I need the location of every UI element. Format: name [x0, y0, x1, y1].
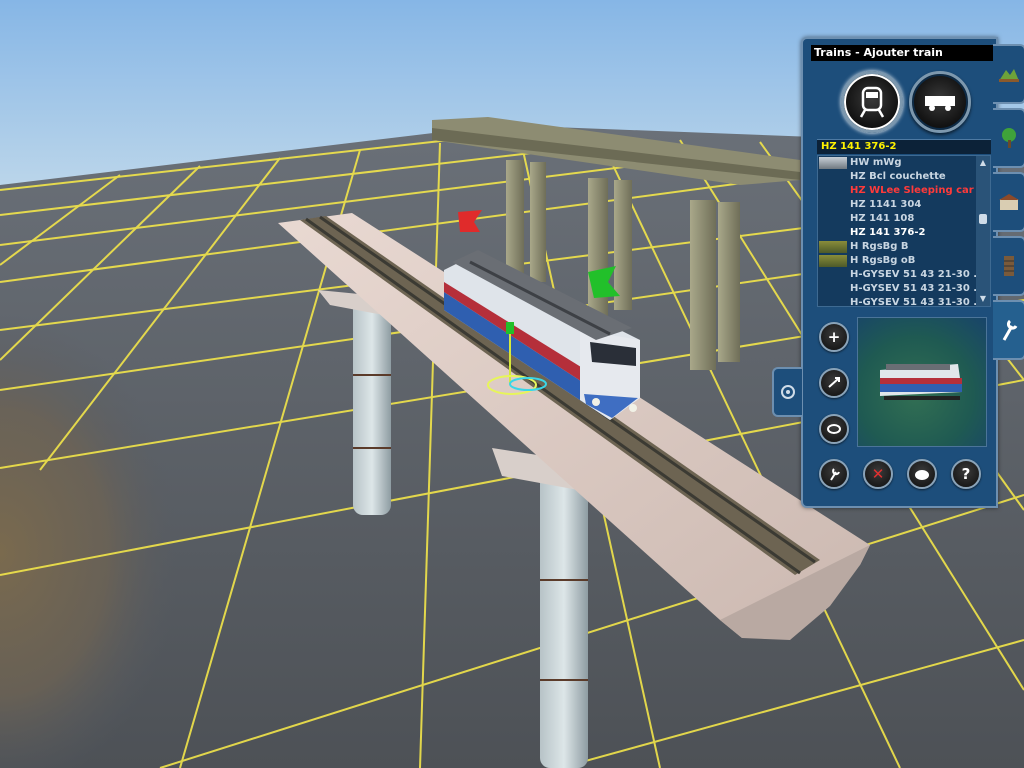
flip-button[interactable] [819, 414, 849, 444]
tab-trains[interactable] [993, 300, 1024, 360]
track-icon [1003, 256, 1014, 276]
delete-button[interactable]: ✕ [863, 459, 893, 489]
list-item[interactable]: HZ 141 108 [818, 212, 974, 226]
rotate-button[interactable] [819, 368, 849, 398]
tab-terrain[interactable] [993, 44, 1024, 104]
list-item[interactable]: H RgsBg oB [818, 254, 974, 268]
tree-icon [1001, 128, 1016, 148]
list-item-label: HW mWg [850, 157, 902, 168]
list-item-label: HZ WLee Sleeping car [850, 185, 974, 196]
help-icon: ? [961, 465, 971, 483]
wrench-icon [830, 468, 840, 481]
scroll-up-icon[interactable]: ▲ [978, 158, 988, 168]
preview-locomotive-image [880, 364, 962, 400]
panel-title: Trains - Ajouter train [811, 45, 998, 61]
wagon-mode-button[interactable] [909, 71, 971, 133]
help-button[interactable]: ? [951, 459, 981, 489]
list-item-label: HZ 141 376-2 [850, 227, 926, 238]
wrench-tool-button[interactable] [819, 459, 849, 489]
list-item-thumbnail [819, 255, 847, 267]
list-item[interactable]: H-GYSEV 51 43 31-30 ... [818, 296, 985, 306]
list-item-thumbnail [819, 157, 847, 169]
list-item[interactable]: HZ 1141 304 [818, 198, 974, 212]
selected-train-name: HZ 141 376-2 [817, 139, 991, 154]
locomotive-icon [859, 86, 885, 118]
scroll-thumb[interactable] [979, 214, 987, 224]
list-item[interactable]: H-GYSEV 51 43 21-30 ... [818, 268, 985, 282]
list-item-label: H RgsBg oB [850, 255, 916, 266]
list-item-label: HZ Bcl couchette [850, 171, 946, 182]
list-item[interactable]: HW mWg [818, 156, 974, 170]
locomotive-mode-button[interactable] [841, 71, 903, 133]
list-item[interactable]: HZ Bcl couchette [818, 170, 974, 184]
delete-icon: ✕ [871, 465, 885, 483]
scroll-down-icon[interactable]: ▼ [978, 294, 988, 304]
list-item-label: H-GYSEV 51 43 31-30 ... [850, 297, 985, 307]
tab-buildings[interactable] [993, 172, 1024, 232]
settings-wrench-icon [1002, 319, 1017, 341]
add-icon: + [827, 328, 841, 346]
list-item-label: H RgsBg B [850, 241, 909, 252]
list-item-thumbnail [819, 241, 847, 253]
add-button[interactable]: + [819, 322, 849, 352]
building-icon [998, 194, 1019, 210]
train-list[interactable]: HW mWg HZ Bcl couchette HZ WLee Sleeping c… [817, 155, 991, 307]
list-item-label: HZ 141 108 [850, 213, 915, 224]
train-preview [857, 317, 987, 447]
list-item-label: H-GYSEV 51 43 21-30 ... [850, 269, 985, 280]
tab-track[interactable] [993, 236, 1024, 296]
panel-collapse-tab[interactable] [772, 367, 802, 417]
wagon-icon [925, 96, 955, 111]
add-train-panel: Trains - Ajouter train HZ 141 376-2 HW m… [801, 37, 998, 508]
flip-icon [827, 424, 841, 434]
list-item[interactable]: HZ 141 376-2 [818, 226, 974, 240]
cargo-button[interactable] [907, 459, 937, 489]
terrain-icon [998, 69, 1019, 82]
gear-icon [781, 385, 795, 399]
list-item[interactable]: HZ WLee Sleeping car [818, 184, 974, 198]
tab-scenery[interactable] [993, 108, 1024, 168]
rotate-icon [828, 377, 840, 388]
list-item[interactable]: H RgsBg B [818, 240, 974, 254]
list-scrollbar[interactable]: ▲ ▼ [976, 156, 990, 306]
cargo-icon [915, 470, 929, 480]
list-item-label: H-GYSEV 51 43 21-30 ... [850, 283, 985, 294]
list-item-label: HZ 1141 304 [850, 199, 922, 210]
list-item[interactable]: H-GYSEV 51 43 21-30 ... [818, 282, 985, 296]
